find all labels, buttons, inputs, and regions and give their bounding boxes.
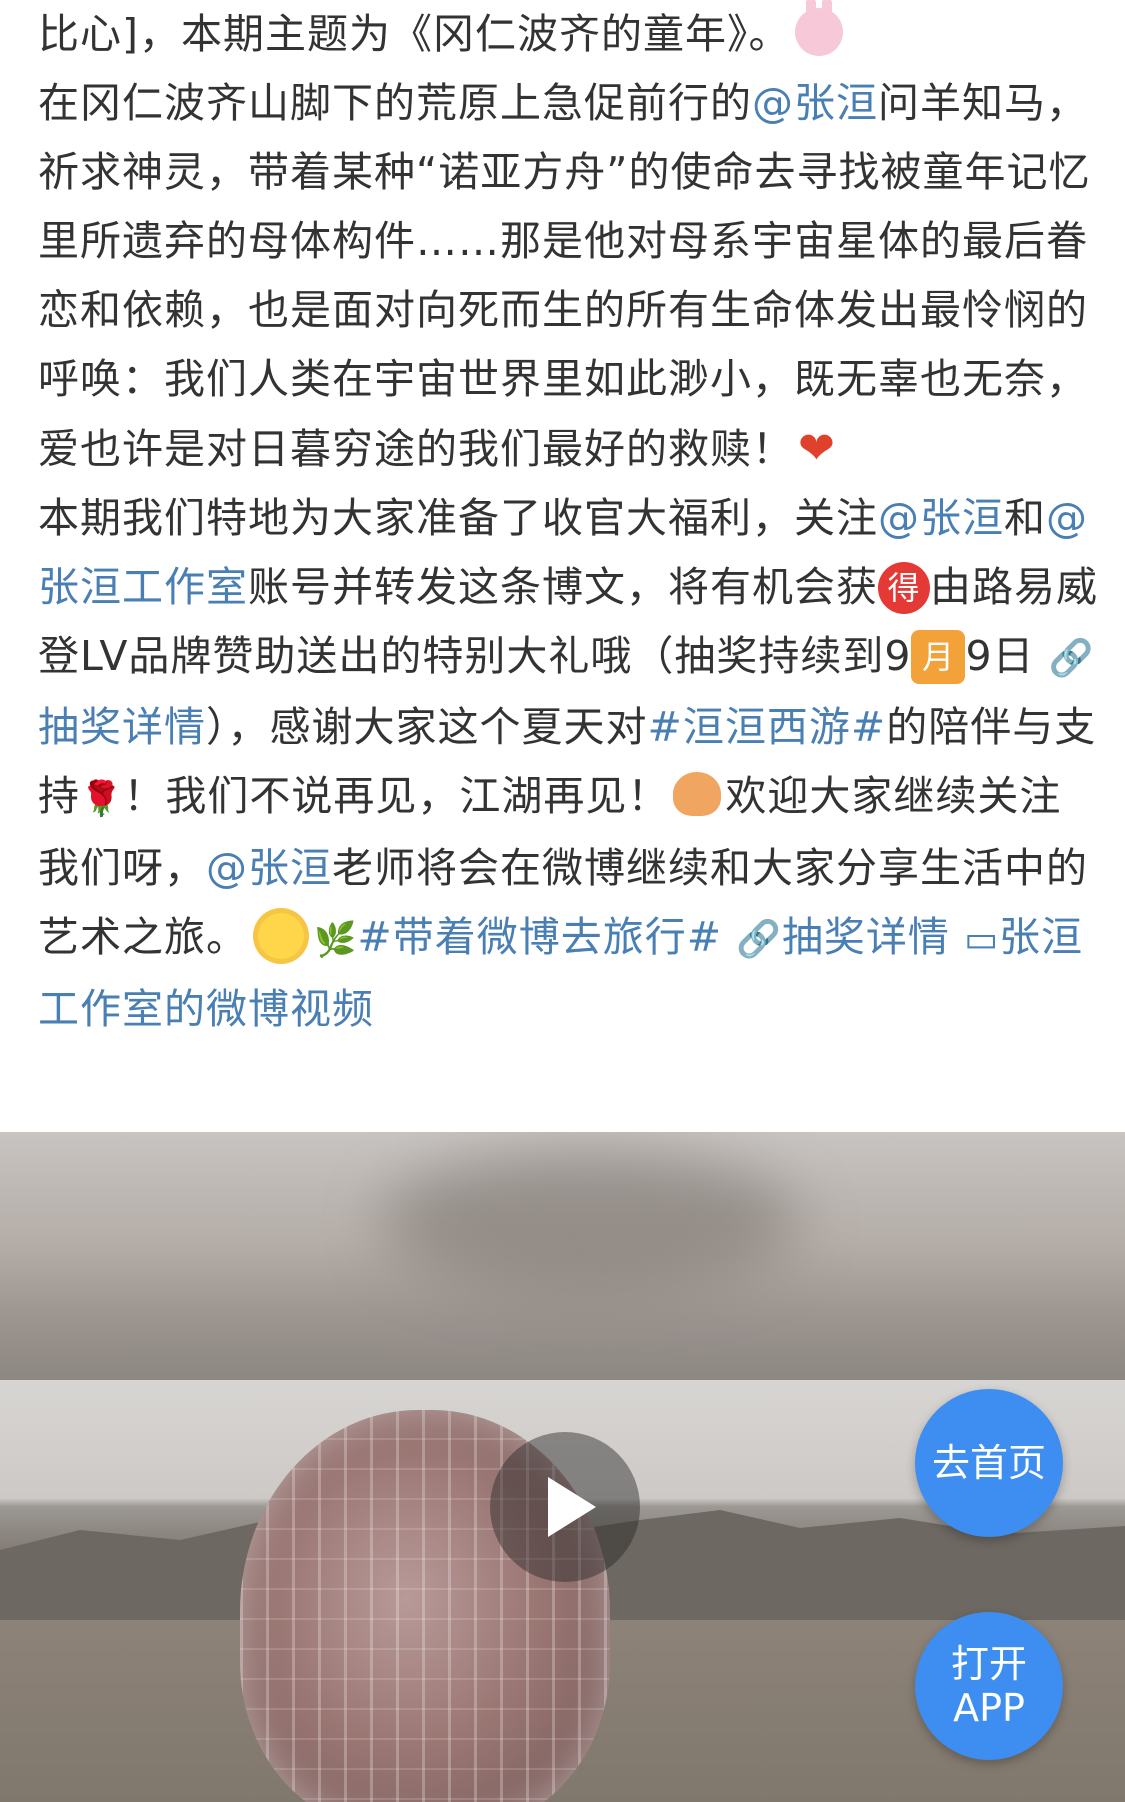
hands-emoji-icon [673,772,722,816]
lottery-detail-label: 抽奖详情 [781,913,950,961]
blur-spot [380,1152,800,1292]
heart-emoji-icon: ❤ [798,423,836,474]
blurred-preview [0,1132,1125,1380]
post-text: 比心]，本期主题为《冈仁波齐的童年》。 在冈仁波齐山脚下的荒原上急促前行的@张洹… [38,0,1098,1044]
text-segment: 比心]，本期主题为《冈仁波齐的童年》。 [38,10,791,58]
text-segment: ！我们不说再见，江湖再见！ [123,772,670,820]
go-home-button[interactable]: 去首页 [915,1389,1063,1537]
open-app-label-1: 打开 [950,1642,1027,1686]
go-home-label: 去首页 [931,1441,1046,1485]
de-badge-icon: 得 [878,562,930,614]
play-icon[interactable] [490,1432,640,1582]
link-icon: 🔗 [1048,638,1095,679]
text-segment: 问羊知马，祈求神灵，带着某种“诺亚方舟”的使命去寻找被童年记忆里所遗弃的母体构件… [38,79,1091,473]
text-segment: 和 [1004,494,1046,542]
open-app-button[interactable]: 打开 APP [915,1612,1063,1760]
bunny-emoji-icon [794,0,843,56]
rose-emoji-icon: 🌹 [80,779,124,819]
mention-zhanghuan[interactable]: @张洹 [878,494,1004,542]
text-segment: 账号并转发这条博文，将有机会获 [248,563,878,611]
video-icon: ▭ [963,919,999,960]
leaf-emoji-icon: 🌿 [314,920,358,960]
text-segment: ），感谢大家这个夏天对 [206,703,648,751]
lottery-detail-label: 抽奖详情 [38,703,206,751]
text-segment: 在冈仁波齐山脚下的荒原上急促前行的 [38,79,752,127]
lottery-detail-link[interactable]: 🔗抽奖详情 [736,913,950,961]
text-segment: 本期我们特地为大家准备了收官大福利，关注 [38,494,878,542]
sun-emoji-icon [258,913,304,959]
mention-zhanghuan[interactable]: @张洹 [752,79,878,127]
mention-zhanghuan[interactable]: @张洹 [206,844,332,892]
link-icon: 🔗 [736,919,782,960]
hashtag-huanhuan-xiyou[interactable]: #洹洹西游# [648,703,887,751]
month-badge-icon: 月 [911,630,966,684]
text-segment: 9日 [965,632,1035,680]
hashtag-travel-with-weibo[interactable]: #带着微博去旅行# [357,913,722,961]
open-app-label-2: APP [953,1686,1025,1730]
